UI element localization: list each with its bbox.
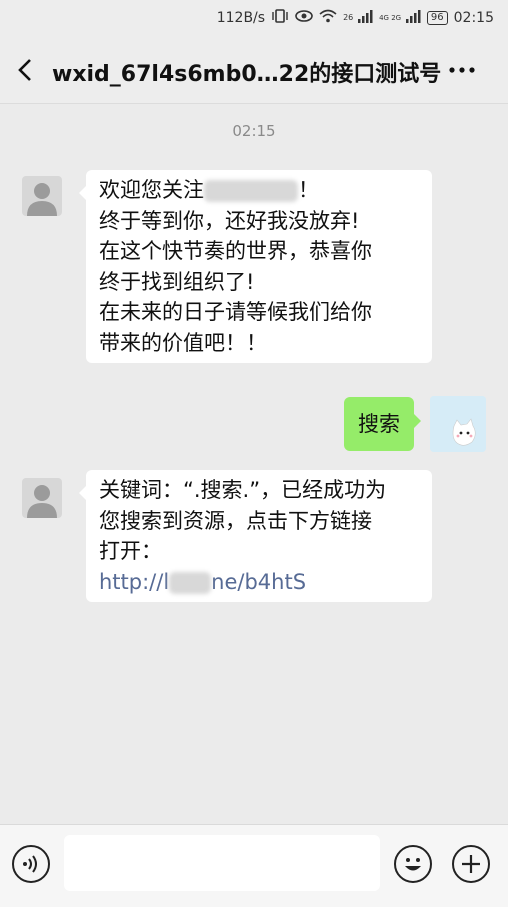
message-line: 在这个快节奏的世界，恭喜你: [99, 239, 372, 263]
message-line: 带来的价值吧！！: [99, 330, 267, 355]
voice-button[interactable]: [12, 845, 50, 883]
sender-avatar[interactable]: [22, 478, 62, 518]
wifi-icon: [319, 9, 337, 27]
network-label-1: 26: [343, 12, 354, 22]
message-line: 终于等到你，还好我没放弃!: [99, 208, 360, 233]
plus-icon: [462, 855, 480, 873]
signal-icon-1: 26: [343, 9, 373, 27]
cat-avatar-icon: [430, 396, 486, 452]
voice-icon: [23, 855, 37, 873]
message-input[interactable]: [64, 835, 380, 891]
message-line: 在未来的日子请等候我们给你: [99, 300, 372, 324]
message-line: 关键词：“.搜索.”，已经成功为: [99, 478, 387, 502]
input-bar: [0, 824, 508, 907]
signal-icon-2: 4G 2G: [379, 9, 421, 27]
chat-header: wxid_67l4s6mb0…22的接口测试号: [0, 38, 508, 104]
message-bubble-welcome[interactable]: 欢迎您关注 ！ 终于等到你，还好我没放弃! 在这个快节奏的世界，恭喜你 终于找到组…: [79, 170, 432, 363]
default-avatar-icon: [27, 183, 57, 216]
redacted-name: [204, 180, 298, 202]
more-dots-icon: [449, 67, 475, 73]
eye-icon: [295, 9, 313, 27]
chat-title: wxid_67l4s6mb0…22的接口测试号: [52, 62, 442, 87]
network-speed: 112B/s: [216, 10, 266, 26]
status-indicators: 112B/s 26 4G 2G 96 02:15: [217, 9, 494, 27]
network-label-2: 4G 2G: [379, 13, 402, 22]
link-text: ne/b4htS: [211, 569, 307, 594]
message-line: 欢迎您关注 ！: [99, 175, 419, 206]
redacted-link: [169, 571, 212, 594]
chat-timestamp: 02:15: [232, 122, 276, 140]
battery-icon: 96: [426, 11, 448, 25]
link-text: http://l: [99, 569, 170, 594]
sender-avatar[interactable]: [22, 176, 62, 216]
message-line: 终于找到组织了!: [99, 269, 255, 294]
emoji-button[interactable]: [394, 845, 432, 883]
back-button[interactable]: [12, 52, 42, 88]
self-avatar[interactable]: [430, 396, 486, 452]
vibrate-icon: [271, 9, 289, 27]
more-button[interactable]: [442, 52, 482, 88]
emoji-icon: [405, 858, 421, 871]
plus-button[interactable]: [452, 845, 490, 883]
message-link[interactable]: http://l ne/b4htS: [99, 567, 419, 598]
chevron-left-icon: [18, 59, 31, 81]
default-avatar-icon: [27, 485, 57, 518]
message-text: 欢迎您关注: [99, 178, 204, 202]
message-text: ！: [298, 178, 319, 202]
message-line: 打开：: [99, 539, 162, 563]
status-time: 02:15: [453, 10, 494, 26]
message-bubble-search[interactable]: 搜索: [344, 397, 421, 451]
message-line: 您搜索到资源，点击下方链接: [99, 508, 372, 533]
message-text: 搜索: [358, 412, 400, 436]
status-bar: 112B/s 26 4G 2G 96 02:15: [0, 0, 508, 38]
message-bubble-result[interactable]: 关键词：“.搜索.”，已经成功为 您搜索到资源，点击下方链接 打开： http:…: [79, 470, 432, 602]
